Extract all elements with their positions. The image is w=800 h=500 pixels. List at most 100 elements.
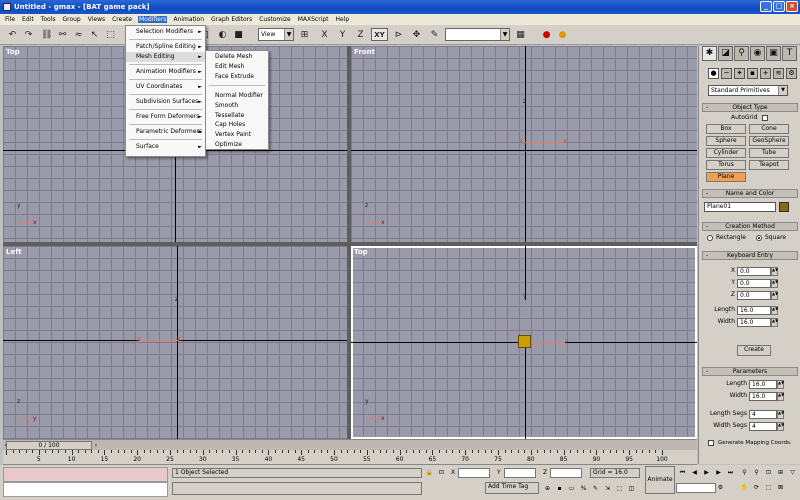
- menu-help[interactable]: Help: [335, 16, 351, 23]
- window-titlebar[interactable]: Untitled - gmax - [BAT game pack] _ □ ×: [0, 0, 800, 14]
- next-frame-icon[interactable]: ▶: [714, 468, 723, 477]
- modify-tab-icon[interactable]: ◪: [718, 46, 733, 61]
- systems-icon[interactable]: ⚙: [786, 68, 797, 79]
- render-scene-icon[interactable]: ●: [540, 28, 553, 41]
- spinner-arrows-icon[interactable]: ▲▼: [777, 422, 784, 431]
- track-bar[interactable]: 5 10 15 20 25 30 35 40 45 50 55 60 65 70 75 80 85 90 95 100: [3, 450, 697, 465]
- arc-rotate-icon[interactable]: ⟳: [752, 483, 761, 492]
- go-to-end-icon[interactable]: ⏭: [726, 468, 735, 477]
- spinner-arrows-icon[interactable]: ▲▼: [771, 291, 778, 300]
- rollout-creation-method[interactable]: - Creation Method: [702, 222, 798, 231]
- cube-snap-icon[interactable]: ▪: [555, 484, 564, 493]
- spinner-snap-icon[interactable]: ✎: [591, 484, 600, 493]
- previous-frame-icon[interactable]: ◀: [690, 468, 699, 477]
- spinner-arrows-icon[interactable]: ▲▼: [771, 318, 778, 327]
- viewport-label[interactable]: Left: [6, 248, 22, 256]
- maximize-button[interactable]: □: [773, 1, 785, 12]
- rollout-keyboard-entry[interactable]: - Keyboard Entry: [702, 251, 798, 260]
- primitive-type-dropdown[interactable]: Standard Primitives ▼: [708, 85, 788, 96]
- spinner-arrows-icon[interactable]: ▲▼: [771, 279, 778, 288]
- select-rotate-icon[interactable]: ◐: [216, 28, 229, 41]
- zoom-extents-all-icon[interactable]: ⊞: [776, 468, 785, 477]
- zoom-all-icon[interactable]: ⚲: [752, 468, 761, 477]
- region-select-icon[interactable]: ⬚: [104, 28, 117, 41]
- time-config-icon[interactable]: ⚙: [716, 483, 725, 492]
- create-tab-icon[interactable]: ✱: [702, 46, 717, 61]
- menu-tools[interactable]: Tools: [40, 16, 57, 23]
- menu-group[interactable]: Group: [61, 16, 81, 23]
- menu-item-uv-coordinates[interactable]: UV Coordinates ►: [126, 82, 205, 92]
- time-prev-icon[interactable]: ‹: [2, 441, 10, 450]
- object-name-input[interactable]: Plane01: [704, 202, 776, 212]
- close-button[interactable]: ×: [786, 1, 798, 12]
- shapes-icon[interactable]: ~: [721, 68, 732, 79]
- menu-item-delete-mesh[interactable]: Delete Mesh: [206, 52, 268, 62]
- restrict-xy-button[interactable]: XY: [371, 28, 388, 41]
- create-button[interactable]: Create: [737, 345, 771, 356]
- kb-y-spinner[interactable]: 0.0 ▲▼: [737, 279, 778, 288]
- utilities-tab-icon[interactable]: T: [782, 46, 797, 61]
- viewport-top-active[interactable]: Top y x y x: [351, 246, 697, 439]
- maxscript-listener-white[interactable]: [3, 482, 168, 497]
- geometry-icon[interactable]: ●: [708, 68, 719, 79]
- param-width-segs-spinner[interactable]: 4 ▲▼: [749, 422, 784, 431]
- reference-coordinate-dropdown[interactable]: View ▼: [258, 28, 294, 41]
- align-icon[interactable]: ✥: [410, 28, 423, 41]
- viewport-left[interactable]: Left x x z z y: [3, 246, 347, 439]
- coord-z-field[interactable]: [550, 468, 582, 478]
- display-tab-icon[interactable]: ▣: [766, 46, 781, 61]
- maximize-viewport-icon[interactable]: ⊠: [776, 483, 785, 492]
- plane-button[interactable]: Plane: [706, 172, 746, 182]
- lock-selection-icon[interactable]: 🔒: [425, 468, 434, 477]
- minimize-button[interactable]: _: [760, 1, 772, 12]
- current-frame-field[interactable]: [676, 483, 716, 493]
- space-warps-icon[interactable]: ≋: [773, 68, 784, 79]
- cylinder-button[interactable]: Cylinder: [706, 148, 746, 158]
- menu-maxscript[interactable]: MAXScript: [297, 16, 330, 23]
- param-width-spinner[interactable]: 16.0 ▲▼: [749, 392, 784, 401]
- degradation-override-icon[interactable]: ⇲: [603, 484, 612, 493]
- zoom-icon[interactable]: ⚲: [740, 468, 749, 477]
- add-time-tag-button[interactable]: Add Time Tag: [485, 482, 539, 494]
- autogrid-checkbox[interactable]: [762, 115, 768, 121]
- select-scale-cube-icon[interactable]: ■: [232, 28, 245, 41]
- magnet-snap-icon[interactable]: ◫: [627, 484, 636, 493]
- generate-mapping-checkbox[interactable]: [708, 440, 714, 446]
- coord-y-field[interactable]: [504, 468, 536, 478]
- time-slider-thumb[interactable]: 0 / 100: [6, 441, 92, 450]
- spinner-arrows-icon[interactable]: ▲▼: [771, 306, 778, 315]
- square-radio[interactable]: [756, 235, 762, 241]
- param-length-spinner[interactable]: 16.0 ▲▼: [749, 380, 784, 389]
- select-object-icon[interactable]: ↖: [88, 28, 101, 41]
- menu-item-edit-mesh[interactable]: Edit Mesh: [206, 62, 268, 72]
- menu-edit[interactable]: Edit: [21, 16, 35, 23]
- tube-button[interactable]: Tube: [749, 148, 789, 158]
- spinner-arrows-icon[interactable]: ▲▼: [771, 267, 778, 276]
- param-length-segs-spinner[interactable]: 4 ▲▼: [749, 410, 784, 419]
- menu-item-surface[interactable]: Surface ►: [126, 142, 205, 152]
- menu-item-mesh-editing[interactable]: Mesh Editing ►: [126, 52, 205, 62]
- object-color-swatch[interactable]: [779, 202, 789, 212]
- menu-item-normal-modifier[interactable]: Normal Modifier: [206, 91, 268, 101]
- region-zoom-icon[interactable]: ⬚: [764, 483, 773, 492]
- restrict-x-button[interactable]: X: [318, 28, 331, 41]
- material-editor-icon[interactable]: ▦: [514, 28, 527, 41]
- percent-snap-icon[interactable]: %: [579, 484, 588, 493]
- menu-item-selection-modifiers[interactable]: Selection Modifiers ►: [126, 27, 205, 37]
- lights-icon[interactable]: ✦: [734, 68, 745, 79]
- menu-graph-editors[interactable]: Graph Editors: [210, 16, 253, 23]
- menu-item-cap-holes[interactable]: Cap Holes: [206, 120, 268, 130]
- box-button[interactable]: Box: [706, 124, 746, 134]
- unlink-icon[interactable]: ⚯: [56, 28, 69, 41]
- pan-icon[interactable]: ✋: [740, 483, 749, 492]
- kb-length-spinner[interactable]: 16.0 ▲▼: [737, 306, 778, 315]
- absolute-mode-icon[interactable]: ⊡: [437, 468, 446, 477]
- window-crossing-icon[interactable]: ⬚: [615, 484, 624, 493]
- mirror-icon[interactable]: ⊳: [392, 28, 405, 41]
- bind-space-warp-icon[interactable]: ≈: [72, 28, 85, 41]
- menu-customize[interactable]: Customize: [258, 16, 292, 23]
- menu-item-smooth[interactable]: Smooth: [206, 101, 268, 111]
- menu-modifiers[interactable]: Modifiers: [138, 16, 168, 23]
- kb-x-spinner[interactable]: 0.0 ▲▼: [737, 267, 778, 276]
- helpers-icon[interactable]: +: [760, 68, 771, 79]
